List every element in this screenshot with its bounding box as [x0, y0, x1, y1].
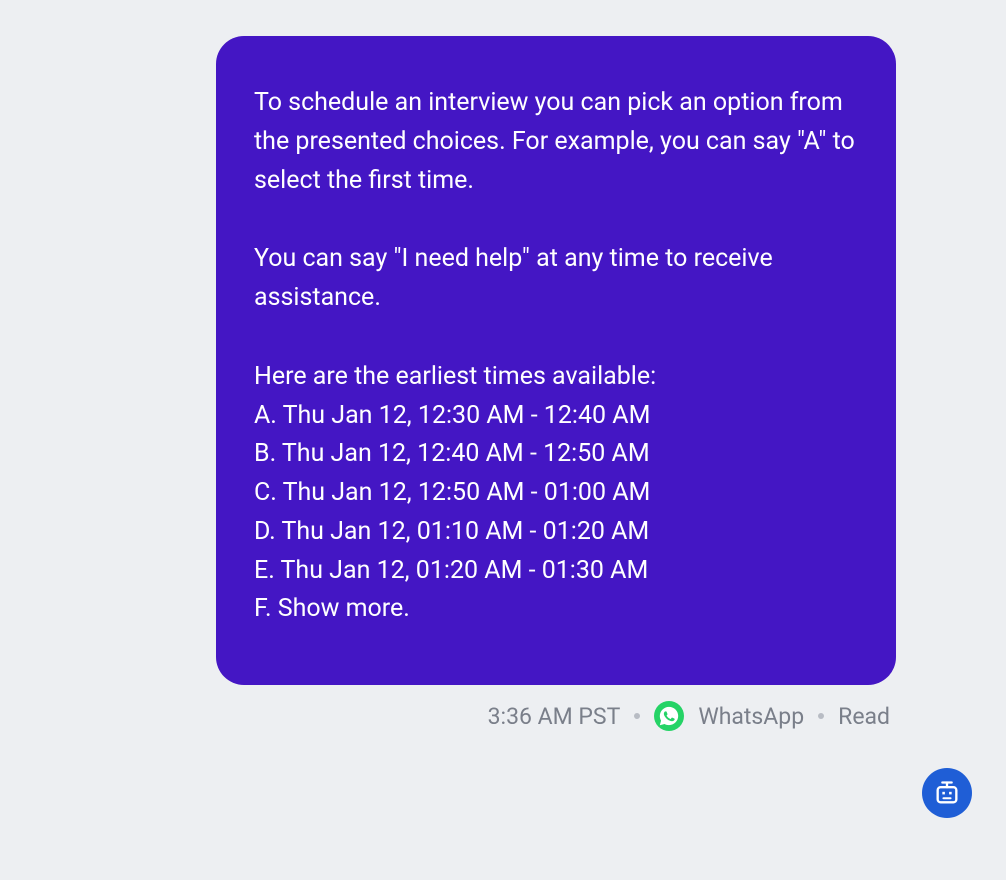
meta-separator-dot	[634, 713, 640, 719]
message-meta: 3:36 AM PST WhatsApp Read	[216, 685, 896, 731]
message-timestamp: 3:36 AM PST	[488, 703, 621, 730]
message-help-line: You can say "I need help" at any time to…	[254, 240, 858, 318]
message-container: To schedule an interview you can pick an…	[216, 36, 896, 731]
message-status: Read	[838, 703, 890, 730]
message-intro: To schedule an interview you can pick an…	[254, 84, 858, 200]
option-f: F. Show more.	[254, 590, 858, 629]
bot-message-bubble: To schedule an interview you can pick an…	[216, 36, 896, 685]
option-c: C. Thu Jan 12, 12:50 AM - 01:00 AM	[254, 474, 858, 513]
paragraph-spacer	[254, 318, 858, 358]
bot-avatar-badge	[922, 768, 972, 818]
option-a: A. Thu Jan 12, 12:30 AM - 12:40 AM	[254, 397, 858, 436]
meta-separator-dot	[818, 713, 824, 719]
option-d: D. Thu Jan 12, 01:10 AM - 01:20 AM	[254, 513, 858, 552]
whatsapp-icon	[654, 701, 684, 731]
bot-icon	[933, 779, 961, 807]
times-heading: Here are the earliest times available:	[254, 358, 858, 397]
message-channel: WhatsApp	[698, 703, 804, 730]
option-b: B. Thu Jan 12, 12:40 AM - 12:50 AM	[254, 435, 858, 474]
paragraph-spacer	[254, 200, 858, 240]
option-e: E. Thu Jan 12, 01:20 AM - 01:30 AM	[254, 552, 858, 591]
